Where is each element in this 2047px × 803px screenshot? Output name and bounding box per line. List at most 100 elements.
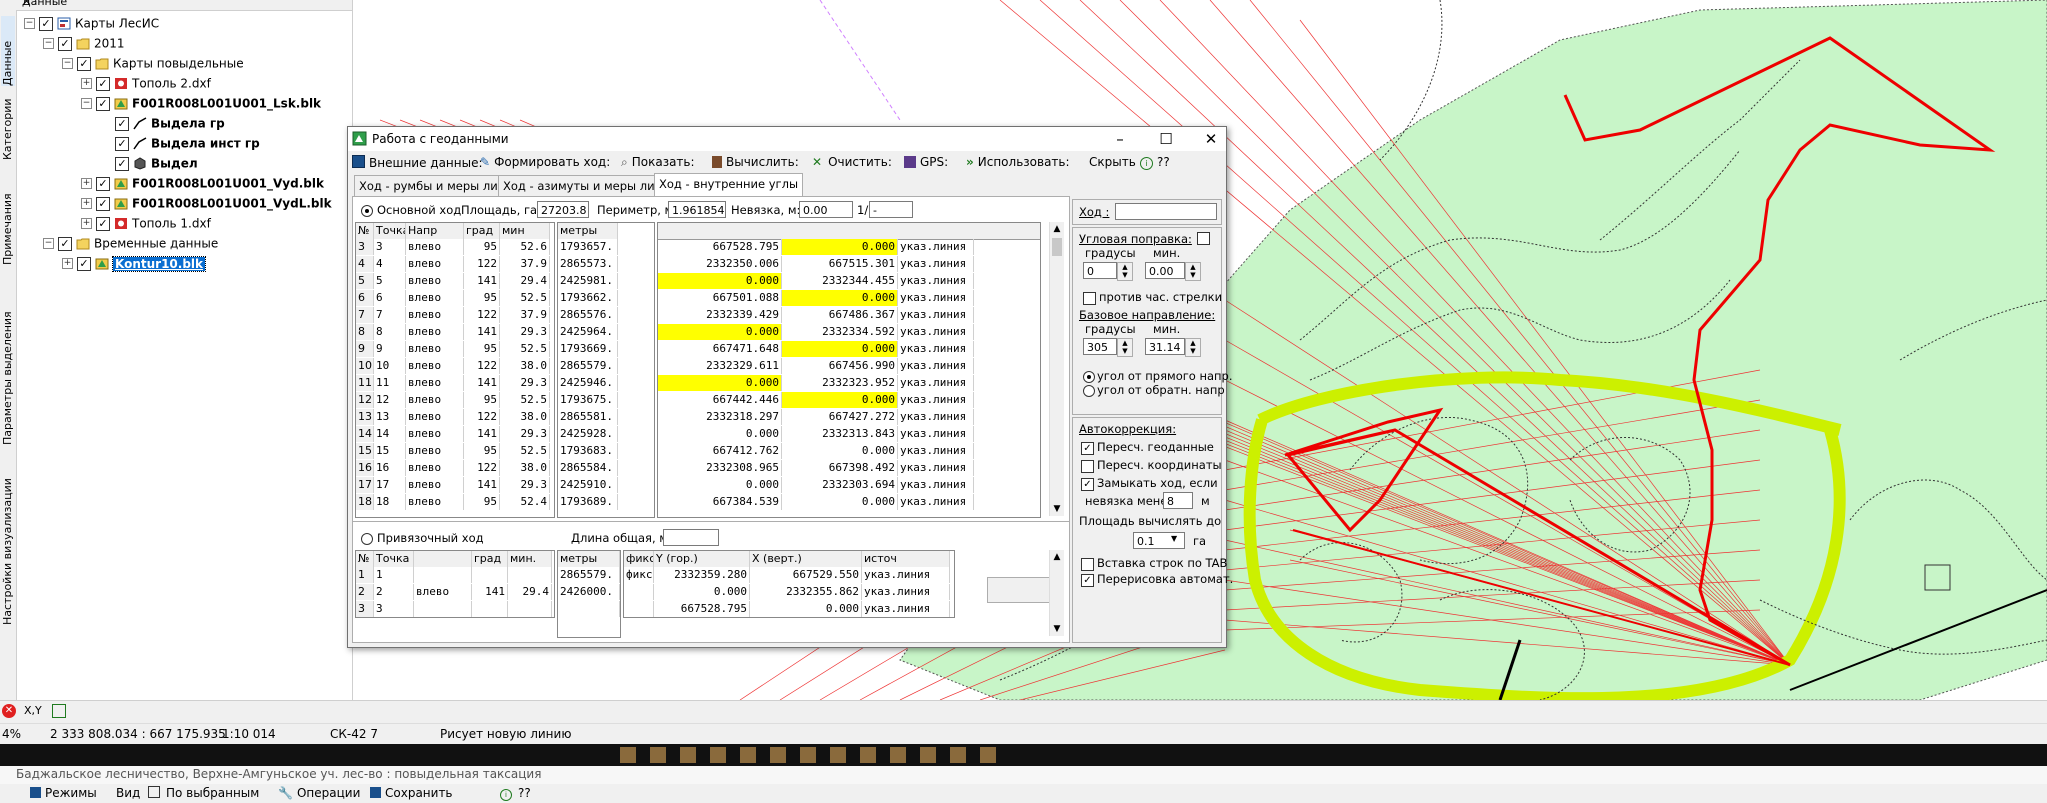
menu-operations[interactable]: 🔧 Операции — [278, 786, 360, 800]
grid-scrollbar[interactable]: ▲ ▼ — [1049, 222, 1064, 516]
chevron-down-icon[interactable]: ▼ — [1171, 534, 1177, 543]
taskbar-app-icon[interactable] — [920, 747, 936, 763]
tree-item[interactable]: − ✓ Временные данные — [43, 236, 218, 256]
taskbar-app-icon[interactable] — [860, 747, 876, 763]
layer-checkbox[interactable]: ✓ — [77, 256, 91, 271]
menu-help[interactable]: i?? — [500, 786, 531, 801]
layer-checkbox[interactable]: ✓ — [96, 216, 110, 231]
tree-item[interactable]: ✓ Выдел — [100, 156, 198, 176]
taskbar-app-icon[interactable] — [950, 747, 966, 763]
misclosure-field[interactable]: 0.00 — [799, 201, 853, 218]
expander-icon[interactable]: − — [62, 58, 73, 69]
help-button[interactable]: i?? — [1140, 155, 1170, 170]
expander-icon[interactable]: − — [24, 18, 35, 29]
main-traverse-radio[interactable] — [361, 205, 373, 217]
menu-save[interactable]: Сохранить — [370, 786, 453, 800]
ccw-checkbox[interactable] — [1083, 292, 1096, 305]
layer-checkbox[interactable]: ✓ — [39, 16, 53, 31]
scroll-thumb[interactable] — [1052, 238, 1062, 256]
expander-icon[interactable]: + — [81, 218, 92, 229]
taskbar-app-icon[interactable] — [650, 747, 666, 763]
area-field[interactable]: 27203.8 — [537, 201, 589, 218]
direct-direction-radio[interactable] — [1083, 371, 1095, 383]
angle-minutes-spinner[interactable]: ▲ ▼ — [1185, 262, 1201, 281]
base-minutes-field[interactable]: 31.14 — [1145, 338, 1185, 355]
total-length-field[interactable] — [663, 529, 719, 546]
angle-correction-checkbox[interactable] — [1197, 232, 1210, 245]
angle-degrees-field[interactable]: 0 — [1083, 262, 1117, 279]
form-traverse-button[interactable]: ✎ Формировать ход: — [480, 155, 610, 169]
auto-redraw-checkbox[interactable]: ✓ — [1081, 574, 1094, 587]
close-icon[interactable]: ✕ — [22, 0, 346, 8]
tree-item[interactable]: − ✓ 2011 — [43, 36, 125, 56]
layer-checkbox[interactable]: ✓ — [58, 236, 72, 251]
show-button[interactable]: ⌕ Показать: — [621, 155, 695, 170]
layer-checkbox[interactable]: ✓ — [96, 196, 110, 211]
taskbar-app-icon[interactable] — [890, 747, 906, 763]
tree-item[interactable]: − ✓ Карты ЛесИС — [24, 16, 159, 36]
taskbar-app-icon[interactable] — [800, 747, 816, 763]
maximize-button[interactable]: ☐ — [1151, 129, 1181, 149]
map-tool-icon[interactable] — [52, 704, 66, 718]
compute-button[interactable]: Вычислить: — [712, 155, 799, 169]
angles-grid[interactable]: №ТочкаНапрградмин33влево9552.644влево122… — [355, 222, 555, 518]
area-calc-select[interactable]: 0.1 — [1133, 532, 1185, 549]
angle-minutes-field[interactable]: 0.00 — [1145, 262, 1185, 279]
tree-item[interactable]: − ✓ Карты повыдельные — [62, 56, 244, 76]
base-minutes-spinner[interactable]: ▲ ▼ — [1185, 338, 1201, 357]
taskbar-app-icon[interactable] — [830, 747, 846, 763]
vtab-visual-settings[interactable]: Настройки визуализации — [1, 450, 15, 625]
taskbar-app-icon[interactable] — [770, 747, 786, 763]
use-button[interactable]: » Использовать: — [966, 155, 1070, 169]
perimeter-field[interactable]: 1.96185438 — [668, 201, 726, 218]
tree-item[interactable]: + ✓ Kontur10.blk — [62, 255, 207, 276]
taskbar-app-icon[interactable] — [680, 747, 696, 763]
expander-icon[interactable]: + — [81, 78, 92, 89]
tree-item[interactable]: + ✓ F001R008L001U001_Vyd.blk — [81, 176, 324, 196]
external-data-button[interactable]: Внешние данные: — [352, 155, 483, 170]
tie-scrollbar[interactable]: ▲ ▼ — [1049, 550, 1064, 636]
close-red-icon[interactable]: ✕ — [2, 704, 16, 718]
tree-item[interactable]: + ✓ F001R008L001U001_VydL.blk — [81, 196, 332, 216]
tab-inner-angles[interactable]: Ход - внутренние углы — [654, 173, 804, 197]
layer-checkbox[interactable]: ✓ — [115, 136, 129, 151]
hod-field[interactable] — [1115, 203, 1217, 220]
expander-icon[interactable]: − — [43, 238, 54, 249]
taskbar-app-icon[interactable] — [620, 747, 636, 763]
layer-checkbox[interactable]: ✓ — [115, 156, 129, 171]
base-degrees-field[interactable]: 305 — [1083, 338, 1117, 355]
scroll-down-arrow[interactable]: ▼ — [1050, 502, 1064, 516]
base-degrees-spinner[interactable]: ▲ ▼ — [1117, 338, 1133, 357]
minimize-button[interactable]: – — [1105, 129, 1135, 149]
expander-icon[interactable]: + — [62, 258, 73, 269]
taskbar-app-icon[interactable] — [740, 747, 756, 763]
menu-modes[interactable]: Режимы — [30, 786, 97, 800]
recalc-geodata-checkbox[interactable]: ✓ — [1081, 442, 1094, 455]
reverse-direction-radio[interactable] — [1083, 385, 1095, 397]
tree-item[interactable]: ✓ Выдела инст гр — [100, 136, 260, 156]
tree-item[interactable]: + ✓ Тополь 1.dxf — [81, 216, 211, 236]
taskbar-app-icon[interactable] — [980, 747, 996, 763]
expander-icon[interactable]: − — [81, 98, 92, 109]
hide-button[interactable]: Скрыть — [1089, 155, 1136, 169]
recalc-coords-checkbox[interactable] — [1081, 460, 1094, 473]
vtab-categories[interactable]: Категории — [1, 90, 15, 160]
tie-traverse-radio[interactable] — [361, 533, 373, 545]
tie-coordinates-grid[interactable]: фикс Y (гор.) X (верт.) источ фикс 2332359.28… — [623, 550, 955, 618]
vtab-selection-params[interactable]: Параметры выделения — [1, 270, 15, 445]
layer-checkbox[interactable]: ✓ — [58, 36, 72, 51]
close-traverse-checkbox[interactable]: ✓ — [1081, 478, 1094, 491]
taskbar-app-icon[interactable] — [710, 747, 726, 763]
tie-scroll-up-arrow[interactable]: ▲ — [1050, 550, 1064, 564]
menu-by-selected[interactable]: По выбранным — [148, 786, 259, 800]
misclosure-less-field[interactable]: 8 — [1163, 492, 1193, 509]
close-button[interactable]: ✕ — [1196, 129, 1226, 149]
clear-button[interactable]: ✕ Очистить: — [812, 155, 892, 169]
tree-item[interactable]: + ✓ Тополь 2.dxf — [81, 76, 211, 96]
layer-checkbox[interactable]: ✓ — [96, 76, 110, 91]
angle-degrees-spinner[interactable]: ▲ ▼ — [1117, 262, 1133, 281]
expander-icon[interactable]: + — [81, 178, 92, 189]
layer-checkbox[interactable]: ✓ — [77, 56, 91, 71]
xy-toggle[interactable]: X,Y — [24, 704, 42, 717]
layer-checkbox[interactable]: ✓ — [115, 116, 129, 131]
